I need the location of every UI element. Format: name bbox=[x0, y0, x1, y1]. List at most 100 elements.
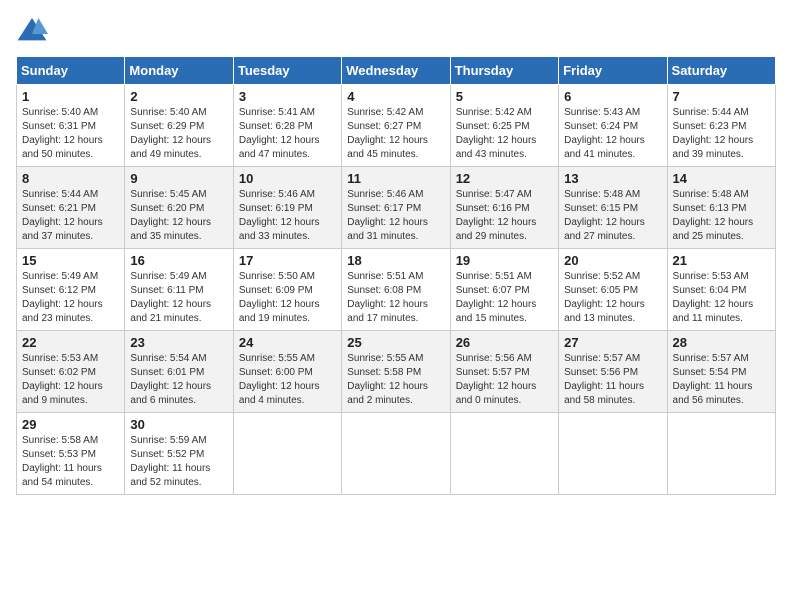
day-info: Sunrise: 5:53 AMSunset: 6:02 PMDaylight:… bbox=[22, 352, 119, 408]
calendar-cell: 14 Sunrise: 5:48 AMSunset: 6:13 PMDayligh… bbox=[667, 167, 775, 249]
calendar-cell: 3Sunrise: 5:41 AMSunset: 6:28 PMDaylight… bbox=[233, 85, 341, 167]
calendar-cell: 4 Sunrise: 5:42 AMSunset: 6:27 PMDaylight… bbox=[342, 85, 450, 167]
day-info: Sunrise: 5:58 AMSunset: 5:53 PMDaylight:… bbox=[22, 434, 119, 490]
day-info: Sunrise: 5:46 AMSunset: 6:19 PMDaylight:… bbox=[239, 188, 336, 244]
day-number: 22 bbox=[22, 335, 119, 350]
calendar-cell: 8 Sunrise: 5:44 AMSunset: 6:21 PMDaylight… bbox=[17, 167, 125, 249]
day-info: Sunrise: 5:46 AMSunset: 6:17 PMDaylight:… bbox=[347, 188, 444, 244]
day-info: Sunrise: 5:41 AMSunset: 6:28 PMDaylight:… bbox=[239, 106, 336, 162]
calendar-cell: 10Sunrise: 5:46 AMSunset: 6:19 PMDayligh… bbox=[233, 167, 341, 249]
day-info: Sunrise: 5:55 AMSunset: 6:00 PMDaylight:… bbox=[239, 352, 336, 408]
day-info: Sunrise: 5:42 AMSunset: 6:27 PMDaylight:… bbox=[347, 106, 444, 162]
calendar-cell bbox=[233, 413, 341, 495]
day-info: Sunrise: 5:52 AMSunset: 6:05 PMDaylight:… bbox=[564, 270, 661, 326]
day-info: Sunrise: 5:57 AMSunset: 5:54 PMDaylight:… bbox=[673, 352, 770, 408]
day-number: 27 bbox=[564, 335, 661, 350]
day-number: 6 bbox=[564, 89, 661, 104]
day-number: 28 bbox=[673, 335, 770, 350]
calendar-cell: 29 Sunrise: 5:58 AMSunset: 5:53 PMDayligh… bbox=[17, 413, 125, 495]
calendar-cell: 26 Sunrise: 5:56 AMSunset: 5:57 PMDayligh… bbox=[450, 331, 558, 413]
day-number: 5 bbox=[456, 89, 553, 104]
day-number: 21 bbox=[673, 253, 770, 268]
day-info: Sunrise: 5:49 AMSunset: 6:12 PMDaylight:… bbox=[22, 270, 119, 326]
weekday-header-sunday: Sunday bbox=[17, 57, 125, 85]
weekday-header-wednesday: Wednesday bbox=[342, 57, 450, 85]
day-info: Sunrise: 5:44 AMSunset: 6:21 PMDaylight:… bbox=[22, 188, 119, 244]
day-info: Sunrise: 5:43 AMSunset: 6:24 PMDaylight:… bbox=[564, 106, 661, 162]
logo bbox=[16, 16, 52, 44]
calendar-cell: 22 Sunrise: 5:53 AMSunset: 6:02 PMDayligh… bbox=[17, 331, 125, 413]
day-info: Sunrise: 5:56 AMSunset: 5:57 PMDaylight:… bbox=[456, 352, 553, 408]
day-info: Sunrise: 5:40 AMSunset: 6:31 PMDaylight:… bbox=[22, 106, 119, 162]
day-info: Sunrise: 5:57 AMSunset: 5:56 PMDaylight:… bbox=[564, 352, 661, 408]
page-header bbox=[16, 16, 776, 44]
calendar-cell bbox=[667, 413, 775, 495]
day-number: 23 bbox=[130, 335, 227, 350]
calendar-cell: 25 Sunrise: 5:55 AMSunset: 5:58 PMDayligh… bbox=[342, 331, 450, 413]
calendar-cell bbox=[559, 413, 667, 495]
day-number: 30 bbox=[130, 417, 227, 432]
calendar-cell: 18 Sunrise: 5:51 AMSunset: 6:08 PMDayligh… bbox=[342, 249, 450, 331]
day-number: 11 bbox=[347, 171, 444, 186]
calendar-cell: 19 Sunrise: 5:51 AMSunset: 6:07 PMDayligh… bbox=[450, 249, 558, 331]
day-info: Sunrise: 5:42 AMSunset: 6:25 PMDaylight:… bbox=[456, 106, 553, 162]
day-number: 18 bbox=[347, 253, 444, 268]
day-number: 13 bbox=[564, 171, 661, 186]
day-number: 25 bbox=[347, 335, 444, 350]
day-number: 2 bbox=[130, 89, 227, 104]
calendar-cell: 24 Sunrise: 5:55 AMSunset: 6:00 PMDayligh… bbox=[233, 331, 341, 413]
day-number: 19 bbox=[456, 253, 553, 268]
calendar-cell bbox=[450, 413, 558, 495]
calendar-cell: 5 Sunrise: 5:42 AMSunset: 6:25 PMDaylight… bbox=[450, 85, 558, 167]
day-info: Sunrise: 5:40 AMSunset: 6:29 PMDaylight:… bbox=[130, 106, 227, 162]
day-info: Sunrise: 5:44 AMSunset: 6:23 PMDaylight:… bbox=[673, 106, 770, 162]
calendar-cell: 16 Sunrise: 5:49 AMSunset: 6:11 PMDayligh… bbox=[125, 249, 233, 331]
day-info: Sunrise: 5:51 AMSunset: 6:07 PMDaylight:… bbox=[456, 270, 553, 326]
day-number: 15 bbox=[22, 253, 119, 268]
calendar-cell: 17 Sunrise: 5:50 AMSunset: 6:09 PMDayligh… bbox=[233, 249, 341, 331]
day-number: 1 bbox=[22, 89, 119, 104]
weekday-header-friday: Friday bbox=[559, 57, 667, 85]
day-number: 20 bbox=[564, 253, 661, 268]
calendar-cell: 20 Sunrise: 5:52 AMSunset: 6:05 PMDayligh… bbox=[559, 249, 667, 331]
calendar-cell bbox=[342, 413, 450, 495]
day-info: Sunrise: 5:47 AMSunset: 6:16 PMDaylight:… bbox=[456, 188, 553, 244]
day-number: 4 bbox=[347, 89, 444, 104]
day-number: 16 bbox=[130, 253, 227, 268]
day-info: Sunrise: 5:45 AMSunset: 6:20 PMDaylight:… bbox=[130, 188, 227, 244]
calendar-cell: 15 Sunrise: 5:49 AMSunset: 6:12 PMDayligh… bbox=[17, 249, 125, 331]
weekday-header-saturday: Saturday bbox=[667, 57, 775, 85]
day-info: Sunrise: 5:59 AMSunset: 5:52 PMDaylight:… bbox=[130, 434, 227, 490]
day-number: 9 bbox=[130, 171, 227, 186]
day-info: Sunrise: 5:48 AMSunset: 6:15 PMDaylight:… bbox=[564, 188, 661, 244]
day-info: Sunrise: 5:54 AMSunset: 6:01 PMDaylight:… bbox=[130, 352, 227, 408]
day-number: 26 bbox=[456, 335, 553, 350]
weekday-header-monday: Monday bbox=[125, 57, 233, 85]
day-number: 14 bbox=[673, 171, 770, 186]
day-info: Sunrise: 5:55 AMSunset: 5:58 PMDaylight:… bbox=[347, 352, 444, 408]
day-info: Sunrise: 5:50 AMSunset: 6:09 PMDaylight:… bbox=[239, 270, 336, 326]
weekday-header-tuesday: Tuesday bbox=[233, 57, 341, 85]
calendar-cell: 27 Sunrise: 5:57 AMSunset: 5:56 PMDayligh… bbox=[559, 331, 667, 413]
calendar-cell: 13 Sunrise: 5:48 AMSunset: 6:15 PMDayligh… bbox=[559, 167, 667, 249]
calendar-cell: 7 Sunrise: 5:44 AMSunset: 6:23 PMDaylight… bbox=[667, 85, 775, 167]
calendar-cell: 12 Sunrise: 5:47 AMSunset: 6:16 PMDayligh… bbox=[450, 167, 558, 249]
calendar-cell: 28 Sunrise: 5:57 AMSunset: 5:54 PMDayligh… bbox=[667, 331, 775, 413]
day-number: 24 bbox=[239, 335, 336, 350]
calendar-cell: 9 Sunrise: 5:45 AMSunset: 6:20 PMDaylight… bbox=[125, 167, 233, 249]
day-info: Sunrise: 5:51 AMSunset: 6:08 PMDaylight:… bbox=[347, 270, 444, 326]
day-number: 7 bbox=[673, 89, 770, 104]
day-info: Sunrise: 5:48 AMSunset: 6:13 PMDaylight:… bbox=[673, 188, 770, 244]
day-number: 17 bbox=[239, 253, 336, 268]
calendar-cell: 23 Sunrise: 5:54 AMSunset: 6:01 PMDayligh… bbox=[125, 331, 233, 413]
day-number: 12 bbox=[456, 171, 553, 186]
calendar-cell: 2 Sunrise: 5:40 AMSunset: 6:29 PMDaylight… bbox=[125, 85, 233, 167]
day-number: 29 bbox=[22, 417, 119, 432]
day-info: Sunrise: 5:53 AMSunset: 6:04 PMDaylight:… bbox=[673, 270, 770, 326]
day-info: Sunrise: 5:49 AMSunset: 6:11 PMDaylight:… bbox=[130, 270, 227, 326]
day-number: 8 bbox=[22, 171, 119, 186]
logo-icon bbox=[16, 16, 48, 44]
calendar-cell: 30 Sunrise: 5:59 AMSunset: 5:52 PMDayligh… bbox=[125, 413, 233, 495]
weekday-header-thursday: Thursday bbox=[450, 57, 558, 85]
calendar-cell: 1 Sunrise: 5:40 AMSunset: 6:31 PMDaylight… bbox=[17, 85, 125, 167]
